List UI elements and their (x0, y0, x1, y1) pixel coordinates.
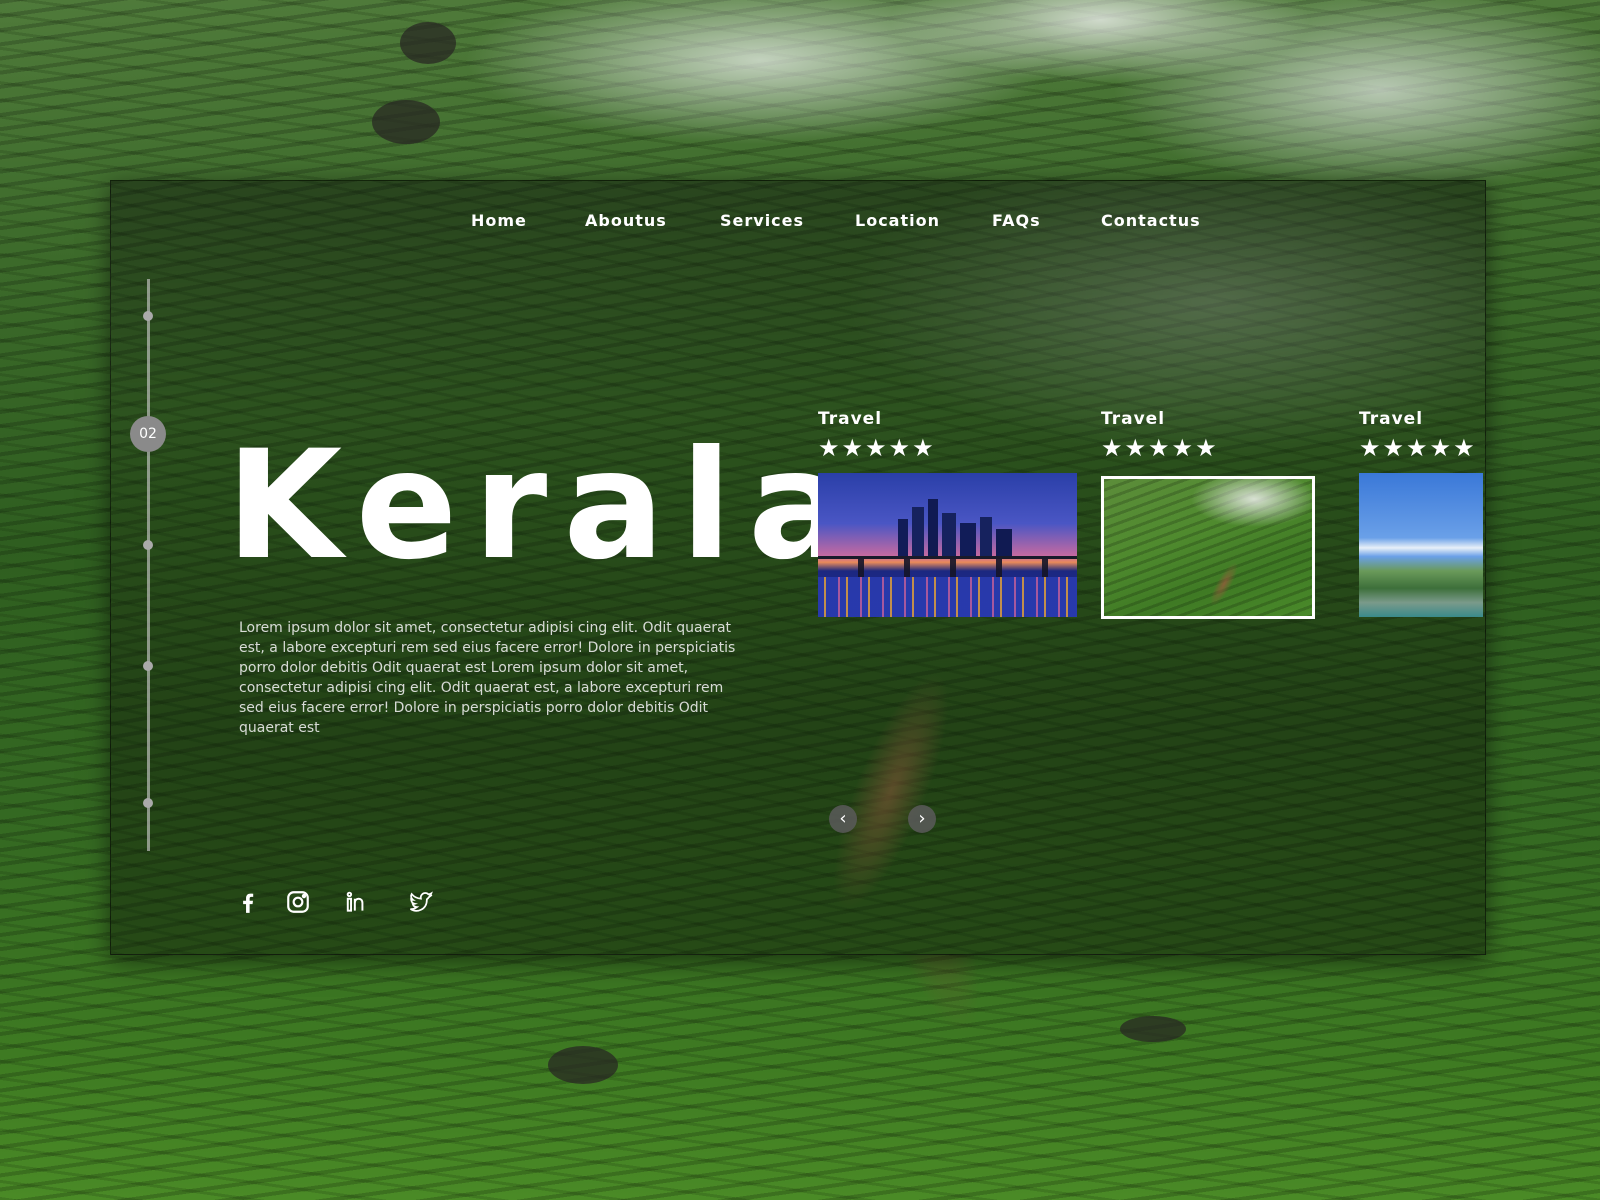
instagram-icon[interactable] (285, 889, 311, 917)
park-fountain-image[interactable] (1359, 473, 1483, 617)
travel-card-3[interactable]: Travel ★★★★★ (1359, 409, 1485, 617)
twitter-icon[interactable] (408, 889, 434, 917)
timeline-dot-5[interactable] (143, 798, 153, 808)
linkedin-icon[interactable] (344, 889, 370, 917)
background-rock (1120, 1016, 1186, 1042)
chevron-right-icon[interactable]: › (908, 805, 936, 833)
nav-location[interactable]: Location (855, 211, 940, 230)
star-rating-icon: ★★★★★ (1359, 435, 1477, 461)
timeline-dot-4[interactable] (143, 661, 153, 671)
timeline-dot-3[interactable] (143, 540, 153, 550)
card-label: Travel (1359, 409, 1424, 429)
hero-title: Kerala (226, 419, 866, 593)
top-navigation: Home Aboutus Services Location FAQs Cont… (111, 211, 1485, 235)
panel-trail (740, 590, 1042, 954)
city-bridge-image[interactable] (818, 473, 1077, 617)
background-rock (548, 1046, 618, 1084)
timeline-track (147, 279, 150, 851)
hero-description: Lorem ipsum dolor sit amet, consectetur … (239, 620, 736, 736)
timeline-dot-1[interactable] (143, 311, 153, 321)
background-rock (372, 100, 440, 144)
bridge-shape (818, 556, 1077, 577)
skyline-shape (898, 499, 1018, 559)
chevron-left-icon[interactable]: ‹ (829, 805, 857, 833)
tea-plantation-image[interactable] (1101, 476, 1315, 619)
nav-contactus[interactable]: Contactus (1101, 211, 1201, 230)
travel-card-2[interactable]: Travel ★★★★★ (1101, 409, 1315, 619)
timeline-active-step[interactable]: 02 (130, 416, 166, 452)
nav-faqs[interactable]: FAQs (992, 211, 1041, 230)
travel-card-1[interactable]: Travel ★★★★★ (818, 409, 1077, 617)
trail-shape (1189, 543, 1259, 616)
nav-services[interactable]: Services (720, 211, 804, 230)
card-label: Travel (1101, 409, 1166, 429)
background-rock (400, 22, 456, 64)
hero-panel: Home Aboutus Services Location FAQs Cont… (110, 180, 1486, 955)
nav-aboutus[interactable]: Aboutus (585, 211, 667, 230)
card-label: Travel (818, 409, 883, 429)
water-reflection (818, 577, 1077, 617)
nav-home[interactable]: Home (471, 211, 527, 230)
star-rating-icon: ★★★★★ (1101, 434, 1219, 462)
facebook-icon[interactable] (235, 889, 261, 917)
star-rating-icon: ★★★★★ (818, 434, 936, 462)
